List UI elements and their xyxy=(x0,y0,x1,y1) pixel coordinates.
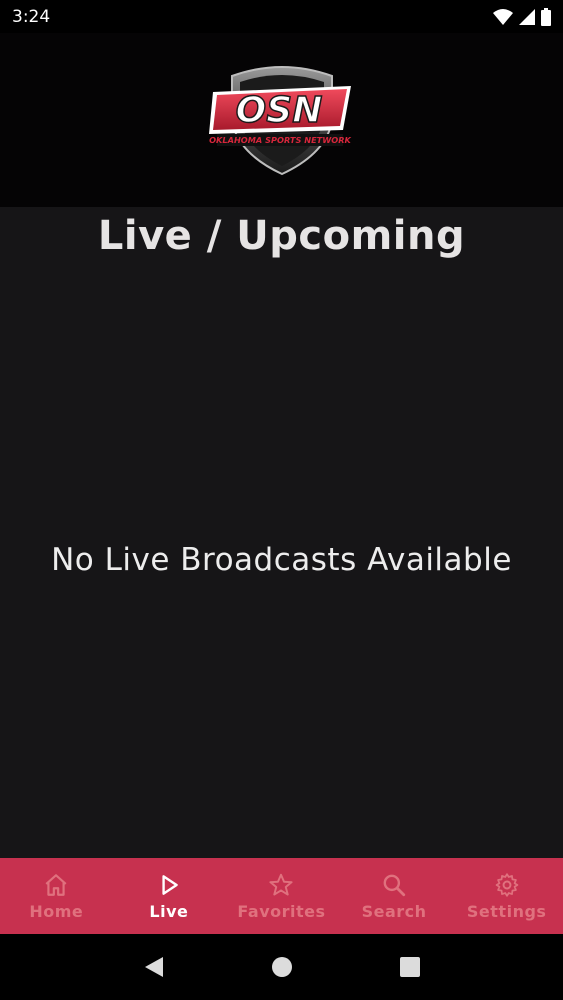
nav-label-home: Home xyxy=(29,901,84,921)
play-icon xyxy=(162,874,178,895)
nav-label-live: Live xyxy=(149,901,189,921)
nav-item-home[interactable]: Home xyxy=(0,858,113,934)
nav-label-search: Search xyxy=(361,901,427,921)
logo-header: OSN OKLAHOMA SPORTS NETWORK xyxy=(0,33,563,207)
nav-label-favorites: Favorites xyxy=(237,901,326,921)
nav-item-favorites[interactable]: Favorites xyxy=(225,858,338,934)
gear-icon xyxy=(495,872,518,897)
empty-state-message: No Live Broadcasts Available xyxy=(51,542,512,578)
nav-item-live[interactable]: Live xyxy=(113,858,226,934)
osn-logo: OSN OKLAHOMA SPORTS NETWORK xyxy=(208,66,351,176)
home-circle-icon[interactable] xyxy=(271,956,293,978)
back-icon[interactable] xyxy=(143,955,165,979)
status-icons xyxy=(493,7,551,26)
bottom-navigation: Home Live Favorites Search Settings xyxy=(0,858,563,934)
main-content xyxy=(0,207,563,858)
status-bar: 3:24 xyxy=(0,0,563,33)
recents-icon[interactable] xyxy=(399,957,420,977)
logo-text: OSN xyxy=(235,90,322,131)
battery-icon xyxy=(541,7,551,26)
system-navigation-bar xyxy=(0,934,563,1000)
logo-tagline: OKLAHOMA SPORTS NETWORK xyxy=(209,135,351,145)
nav-label-settings: Settings xyxy=(466,901,547,921)
search-icon xyxy=(383,874,406,896)
page-title: Live / Upcoming xyxy=(97,213,466,259)
signal-icon xyxy=(519,8,535,25)
home-icon xyxy=(45,873,67,896)
nav-item-settings[interactable]: Settings xyxy=(450,858,563,934)
star-icon xyxy=(269,873,294,896)
wifi-icon xyxy=(493,8,513,25)
status-time: 3:24 xyxy=(12,6,51,27)
nav-item-search[interactable]: Search xyxy=(338,858,451,934)
